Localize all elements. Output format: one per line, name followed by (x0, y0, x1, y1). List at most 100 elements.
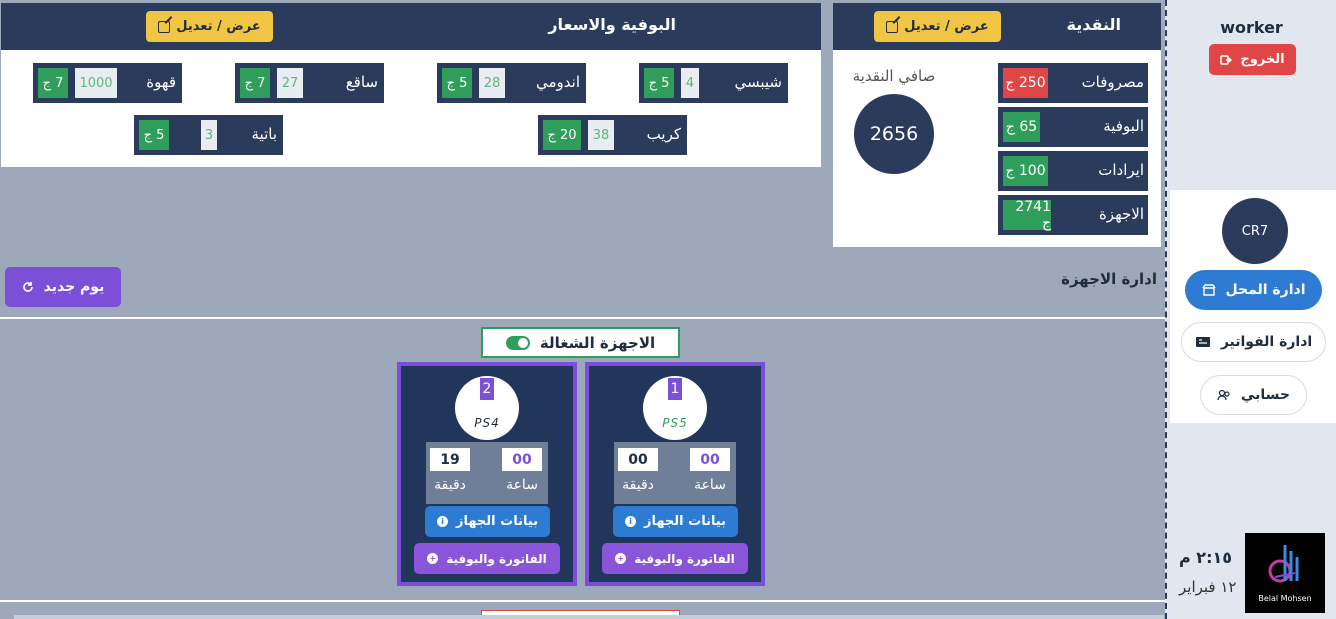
users-icon (1217, 389, 1230, 401)
buffet-item-price: 5 ج (442, 68, 472, 98)
cash-row-value: 100 ج (1003, 156, 1048, 186)
buffet-item[interactable]: 7 ج 1000 قهوة (33, 63, 182, 103)
section-divider (0, 600, 1165, 602)
device-info-label: بيانات الجهاز (455, 514, 539, 529)
sidebar-item-invoices[interactable]: ادارة الفواتير (1181, 322, 1326, 362)
net-cash-value: 2656 (854, 94, 934, 174)
new-day-label: يوم جديد (43, 279, 105, 295)
avatar[interactable]: CR7 (1222, 198, 1288, 264)
timer-minute-label: دقيقة (434, 477, 466, 493)
sidebar-item-account[interactable]: حسابي (1200, 375, 1307, 415)
buffet-item-qty: 27 (277, 68, 303, 98)
plus-icon: + (615, 553, 627, 564)
buffet-item-name: قهوة (146, 73, 176, 91)
cash-row-revenue: 100 ج ايرادات (998, 151, 1148, 191)
sidebar-nav-panel: CR7 ادارة المحل ادارة الفواتير حسابي (1170, 190, 1336, 423)
edit-icon (158, 20, 171, 33)
user-name: worker (1220, 18, 1283, 37)
cash-title: النقدية (1066, 15, 1122, 34)
net-cash-label: صافي النقدية (852, 67, 936, 85)
device-bill-label: الفاتورة والبوفية (634, 551, 735, 566)
buffet-title: البوفية والاسعار (548, 15, 676, 34)
logout-icon (1220, 54, 1233, 65)
buffet-item-price: 5 ج (644, 68, 674, 98)
timer-hours: 00 (502, 448, 542, 471)
running-devices-toggle[interactable]: الاجهزة الشغالة (481, 327, 680, 358)
buffet-item-name: باتية (251, 125, 278, 143)
buffet-item-name: كريب (646, 125, 681, 143)
cash-row-label: الاجهزة (1098, 205, 1144, 223)
device-bill-button[interactable]: الفاتورة والبوفية + (414, 543, 560, 574)
logout-button[interactable]: الخروج (1209, 44, 1296, 75)
clock-date: ١٢ فبراير (1179, 578, 1237, 596)
devices-section-title: ادارة الاجهزة (1061, 270, 1157, 288)
buffet-item-qty: 28 (479, 68, 505, 98)
info-icon: i (436, 516, 448, 527)
cash-row-devices: 2741 ج الاجهزة (998, 195, 1148, 235)
info-icon: i (624, 516, 636, 527)
edit-icon (886, 20, 899, 33)
timer-minutes: 00 (618, 448, 658, 471)
brand-emblem-icon (1268, 545, 1299, 583)
buffet-item[interactable]: 20 ج 38 كريب (538, 115, 687, 155)
cash-edit-button[interactable]: عرض / تعديل (874, 11, 1001, 42)
buffet-card: البوفية والاسعار عرض / تعديل 5 ج 4 شيبسي… (1, 3, 821, 167)
timer-hour-label: ساعة (694, 477, 726, 493)
cash-edit-label: عرض / تعديل (904, 19, 989, 34)
buffet-item-qty: 38 (588, 120, 614, 150)
running-devices-label: الاجهزة الشغالة (539, 333, 656, 352)
device-info-button[interactable]: بيانات الجهاز i (613, 506, 738, 537)
sidebar: worker الخروج CR7 ادارة المحل ادارة الفو… (1165, 0, 1336, 619)
main-area: البوفية والاسعار عرض / تعديل 5 ج 4 شيبسي… (0, 0, 1165, 619)
buffet-item[interactable]: 5 ج 4 شيبسي (639, 63, 788, 103)
buffet-item-name: اندومي (536, 73, 580, 91)
device-number: 2 (480, 378, 494, 400)
device-number: 1 (668, 378, 682, 400)
console-model: PS4 (474, 416, 500, 430)
sidebar-item-label: حسابي (1241, 387, 1291, 403)
new-day-button[interactable]: يوم جديد (5, 267, 121, 307)
device-info-label: بيانات الجهاز (643, 514, 727, 529)
buffet-item-qty: 3 (201, 120, 217, 150)
sidebar-item-label: ادارة المحل (1225, 282, 1306, 298)
device-timer: 00 00 دقيقة ساعة (614, 442, 736, 504)
device-bill-label: الفاتورة والبوفية (446, 551, 547, 566)
buffet-item-qty: 4 (681, 68, 699, 98)
buffet-item[interactable]: 5 ج 3 باتية (134, 115, 283, 155)
buffet-item-price: 7 ج (240, 68, 270, 98)
timer-minute-label: دقيقة (622, 477, 654, 493)
clock-time: ٢:١٥ م (1179, 548, 1232, 567)
sidebar-item-label: ادارة الفواتير (1220, 334, 1313, 350)
buffet-item-name: ساقع (345, 73, 378, 91)
buffet-item-qty: 1000 (75, 68, 117, 98)
console-model: PS5 (662, 416, 688, 430)
buffet-item[interactable]: 7 ج 27 ساقع (235, 63, 384, 103)
cash-row-value: 250 ج (1003, 68, 1048, 98)
device-bill-button[interactable]: الفاتورة والبوفية + (602, 543, 748, 574)
timer-minutes: 19 (430, 448, 470, 471)
device-card: 2 PS4 19 00 دقيقة ساعة بيانات الجهاز i ا… (397, 362, 577, 586)
horizontal-scrollbar[interactable] (14, 615, 1164, 619)
cash-row-value: 2741 ج (1003, 199, 1051, 231)
buffet-item[interactable]: 5 ج 28 اندومي (437, 63, 586, 103)
cash-row-value: 65 ج (1003, 112, 1040, 142)
refresh-icon (22, 282, 33, 292)
buffet-edit-button[interactable]: عرض / تعديل (146, 11, 273, 42)
cash-row-label: البوفية (1103, 117, 1144, 135)
brand-logo: Belal Mohsen (1245, 533, 1325, 613)
timer-hours: 00 (690, 448, 730, 471)
device-timer: 19 00 دقيقة ساعة (426, 442, 548, 504)
buffet-item-name: شيبسي (734, 73, 782, 91)
cash-card-header: النقدية عرض / تعديل (833, 3, 1161, 50)
sidebar-item-store[interactable]: ادارة المحل (1185, 270, 1322, 310)
cash-row-expenses: 250 ج مصروفات (998, 63, 1148, 103)
cash-row-buffet: 65 ج البوفية (998, 107, 1148, 147)
logout-label: الخروج (1240, 52, 1285, 67)
plus-icon: + (427, 553, 439, 564)
buffet-card-header: البوفية والاسعار عرض / تعديل (1, 3, 821, 50)
cash-row-label: ايرادات (1098, 161, 1144, 179)
toggle-switch-icon[interactable] (505, 335, 530, 350)
timer-hour-label: ساعة (506, 477, 538, 493)
brand-name: Belal Mohsen (1258, 594, 1312, 603)
device-info-button[interactable]: بيانات الجهاز i (425, 506, 550, 537)
